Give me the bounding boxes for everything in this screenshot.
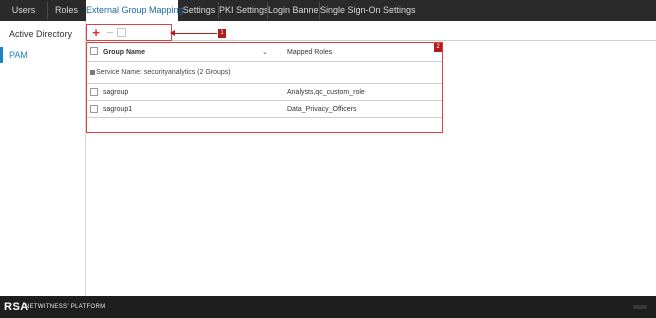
cell-mapped-roles: Analysts,qc_custom_role: [287, 89, 365, 96]
tab-single-sign-on-settings[interactable]: Single Sign-On Settings: [320, 0, 416, 21]
column-header-mapped-roles[interactable]: Mapped Roles: [287, 43, 332, 62]
tab-pki-settings[interactable]: PKI Settings: [219, 0, 269, 21]
minus-icon[interactable]: −: [104, 25, 116, 40]
tab-external-group-mapping[interactable]: External Group Mapping: [86, 0, 184, 21]
tab-roles[interactable]: Roles: [48, 0, 85, 21]
collapse-icon[interactable]: [90, 70, 95, 75]
row-checkbox[interactable]: [90, 88, 98, 96]
table-row[interactable]: sagroup1 Data_Privacy_Officers: [87, 101, 442, 118]
cell-group-name: sagroup1: [103, 106, 133, 113]
chevron-down-icon[interactable]: ⌄: [262, 43, 268, 62]
sidebar: Active Directory PAM: [0, 21, 86, 296]
table-row[interactable]: sagroup Analysts,qc_custom_role: [87, 84, 442, 101]
group-header-label: Service Name: securityanalytics (2 Group…: [96, 69, 231, 76]
product-name: NETWITNESS' PLATFORM: [25, 304, 106, 310]
tab-users[interactable]: Users: [0, 0, 47, 21]
sidebar-item-active-directory[interactable]: Active Directory: [0, 26, 86, 42]
tab-login-banner[interactable]: Login Banner: [268, 0, 322, 21]
status-indicator: [633, 305, 647, 309]
plus-icon[interactable]: +: [90, 25, 102, 40]
row-checkbox[interactable]: [90, 105, 98, 113]
edit-icon[interactable]: [117, 28, 126, 37]
select-all-checkbox[interactable]: [90, 47, 98, 55]
column-header-group-name[interactable]: Group Name: [103, 43, 145, 62]
callout-line: [172, 33, 217, 34]
toolbar: + −: [86, 24, 172, 41]
footer: RSA NETWITNESS' PLATFORM: [0, 296, 656, 318]
cell-mapped-roles: Data_Privacy_Officers: [287, 106, 357, 113]
table-header: Group Name ⌄ Mapped Roles: [87, 43, 442, 62]
group-header-row[interactable]: Service Name: securityanalytics (2 Group…: [87, 62, 442, 84]
top-tab-bar: Users Roles External Group Mapping Setti…: [0, 0, 656, 21]
cell-group-name: sagroup: [103, 89, 129, 96]
sidebar-item-pam[interactable]: PAM: [0, 47, 86, 63]
callout-badge-1: 1: [218, 29, 226, 38]
tab-settings[interactable]: Settings: [180, 0, 218, 21]
